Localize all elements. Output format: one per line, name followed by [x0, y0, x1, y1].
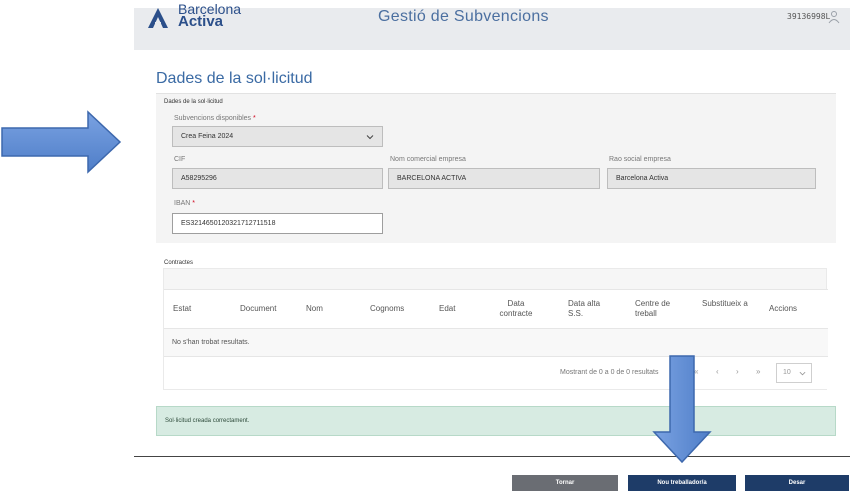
- contracts-legend: Contractes: [164, 260, 194, 266]
- pagination: Mostrant de 0 a 0 de 0 resultats « ‹ › »…: [164, 357, 828, 389]
- subvencions-select[interactable]: Crea Feina 2024: [172, 126, 383, 147]
- chevron-down-icon: [366, 135, 374, 140]
- request-data-panel: Dades de la sol·licitud Subvencions disp…: [156, 93, 836, 243]
- success-alert: Sol·licitud creada correctament.: [156, 406, 836, 436]
- col-edat[interactable]: Edat: [439, 304, 455, 314]
- contracts-table: Estat Document Nom Cognoms Edat Data con…: [163, 268, 828, 390]
- table-header-row: Estat Document Nom Cognoms Edat Data con…: [164, 289, 828, 329]
- col-data-contracte[interactable]: Data contracte: [491, 299, 541, 319]
- col-document[interactable]: Document: [240, 304, 276, 314]
- iban-input[interactable]: ES3214650120321712711518: [172, 213, 383, 234]
- subvencions-label: Subvencions disponibles *: [174, 115, 256, 122]
- iban-label: IBAN *: [174, 200, 196, 207]
- section-legend: Dades de la sol·licitud: [164, 99, 223, 105]
- app-title: Gestió de Subvencions: [378, 8, 549, 25]
- barcelona-activa-logo[interactable]: Barcelona Activa: [146, 2, 246, 34]
- subvencions-value: Crea Feina 2024: [181, 133, 234, 140]
- brand-name-bottom: Activa: [178, 13, 224, 30]
- next-page-icon[interactable]: ›: [736, 367, 739, 376]
- chevron-down-icon: [799, 371, 806, 376]
- annotation-arrow-down-icon: [652, 355, 712, 464]
- pager-summary: Mostrant de 0 a 0 de 0 resultats: [560, 369, 659, 376]
- app-header: Barcelona Activa Gestió de Subvencions 3…: [134, 2, 850, 50]
- user-icon[interactable]: [827, 10, 841, 24]
- desar-button[interactable]: Desar: [745, 475, 849, 491]
- annotation-arrow-right-icon: [1, 110, 122, 174]
- rao-social-label: Rao social empresa: [609, 156, 671, 163]
- col-estat[interactable]: Estat: [173, 304, 191, 314]
- page-title: Dades de la sol·licitud: [156, 70, 313, 87]
- nom-comercial-label: Nom comercial empresa: [390, 156, 466, 163]
- last-page-icon[interactable]: »: [756, 367, 760, 376]
- col-substitueix[interactable]: Substitueix a: [702, 299, 750, 309]
- page-size-value: 10: [783, 369, 791, 376]
- col-accions[interactable]: Accions: [769, 304, 797, 314]
- prev-page-icon[interactable]: ‹: [716, 367, 719, 376]
- cif-field[interactable]: A58295296: [172, 168, 383, 189]
- empty-results-row: No s'han trobat resultats.: [164, 329, 828, 357]
- page-size-select[interactable]: 10: [776, 363, 812, 383]
- rao-social-field[interactable]: Barcelona Activa: [607, 168, 816, 189]
- nom-comercial-field[interactable]: BARCELONA ACTIVA: [388, 168, 600, 189]
- cif-label: CIF: [174, 156, 186, 163]
- nou-treballador-button[interactable]: Nou treballador/a: [628, 475, 736, 491]
- col-cognoms[interactable]: Cognoms: [370, 304, 404, 314]
- user-id: 39136998L: [787, 12, 831, 21]
- logo-a-icon: [148, 8, 168, 28]
- col-data-alta-ss[interactable]: Data alta S.S.: [568, 299, 610, 319]
- tornar-button[interactable]: Tornar: [512, 475, 618, 491]
- col-centre-treball[interactable]: Centre de treball: [635, 299, 683, 319]
- footer-divider: [134, 456, 850, 457]
- col-nom[interactable]: Nom: [306, 304, 323, 314]
